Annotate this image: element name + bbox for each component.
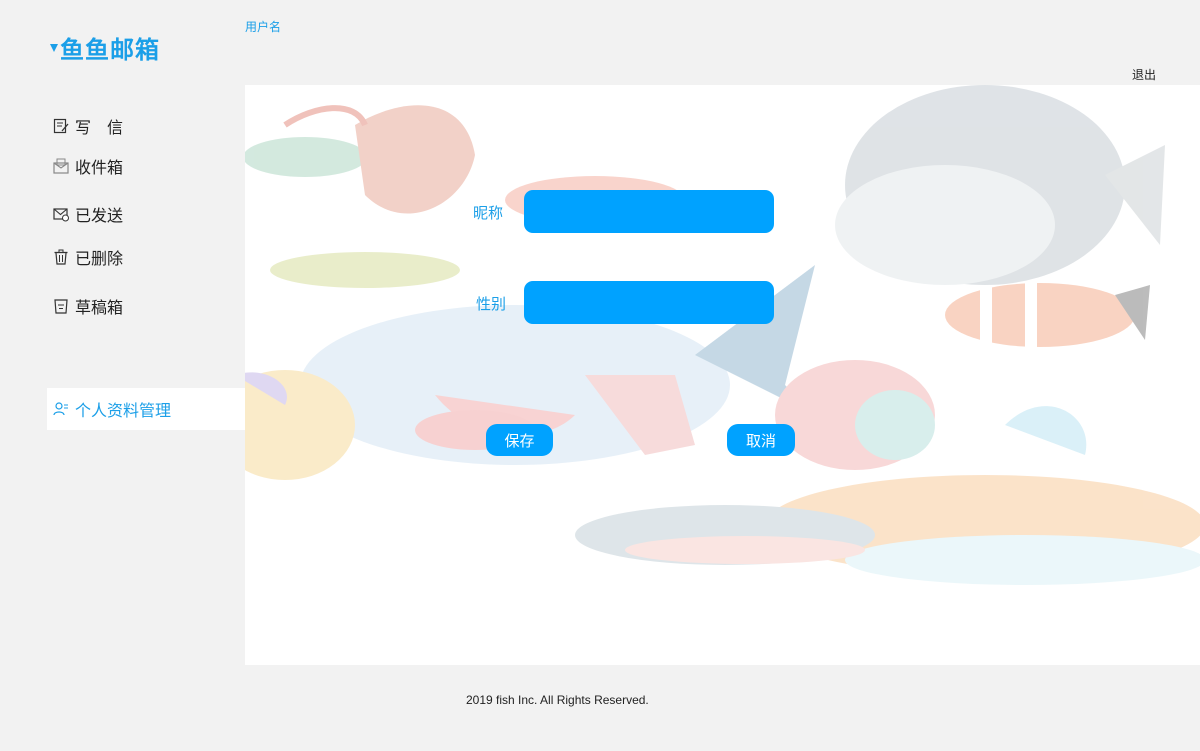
sidebar-item-compose[interactable]: 写 信 xyxy=(53,114,123,138)
sent-icon xyxy=(53,206,69,222)
main-panel: 昵称 性别 保存 取消 xyxy=(245,85,1200,665)
username[interactable]: 用户名 xyxy=(245,18,281,35)
nickname-label: 昵称 xyxy=(473,204,504,222)
sidebar-item-label: 个人资料管理 xyxy=(75,401,172,420)
inbox-icon xyxy=(53,158,69,174)
cancel-button[interactable]: 取消 xyxy=(727,424,795,456)
sidebar-item-label: 收件箱 xyxy=(75,158,124,177)
header: 鱼鱼邮箱 用户名 退出 xyxy=(0,0,1200,85)
copyright-text: 2019 fish Inc. All Rights Reserved. xyxy=(466,693,649,707)
profile-icon xyxy=(53,401,69,417)
logo-mark-icon xyxy=(50,42,58,54)
sidebar-item-label: 写 信 xyxy=(75,118,124,137)
sidebar-item-inbox[interactable]: 收件箱 xyxy=(53,154,123,178)
sidebar-item-sent[interactable]: 已发送 xyxy=(53,202,123,226)
nickname-input[interactable] xyxy=(524,190,774,233)
sidebar-item-profile-active-bg: 个人资料管理 xyxy=(47,388,245,430)
gender-input[interactable] xyxy=(524,281,774,324)
sidebar-item-label: 已删除 xyxy=(75,249,124,268)
page: 鱼鱼邮箱 用户名 退出 写 信 收件箱 已发送 已删除 草稿箱 个人资料管理 昵… xyxy=(0,0,1200,751)
sidebar-item-drafts[interactable]: 草稿箱 xyxy=(53,294,123,318)
sidebar-item-label: 草稿箱 xyxy=(75,298,124,317)
footer: 2019 fish Inc. All Rights Reserved. xyxy=(0,665,1200,751)
compose-icon xyxy=(53,118,69,134)
logo: 鱼鱼邮箱 xyxy=(50,30,160,65)
save-button[interactable]: 保存 xyxy=(486,424,553,456)
sidebar-item-profile[interactable]: 个人资料管理 xyxy=(53,397,171,421)
sidebar: 写 信 收件箱 已发送 已删除 草稿箱 个人资料管理 xyxy=(47,85,245,665)
sidebar-item-trash[interactable]: 已删除 xyxy=(53,245,123,269)
logout-link[interactable]: 退出 xyxy=(1132,66,1156,83)
logo-text: 鱼鱼邮箱 xyxy=(60,36,160,64)
gender-label: 性别 xyxy=(476,295,507,313)
drafts-icon xyxy=(53,298,69,314)
trash-icon xyxy=(53,249,69,265)
sidebar-item-label: 已发送 xyxy=(75,206,124,225)
fish-background xyxy=(245,85,1200,585)
